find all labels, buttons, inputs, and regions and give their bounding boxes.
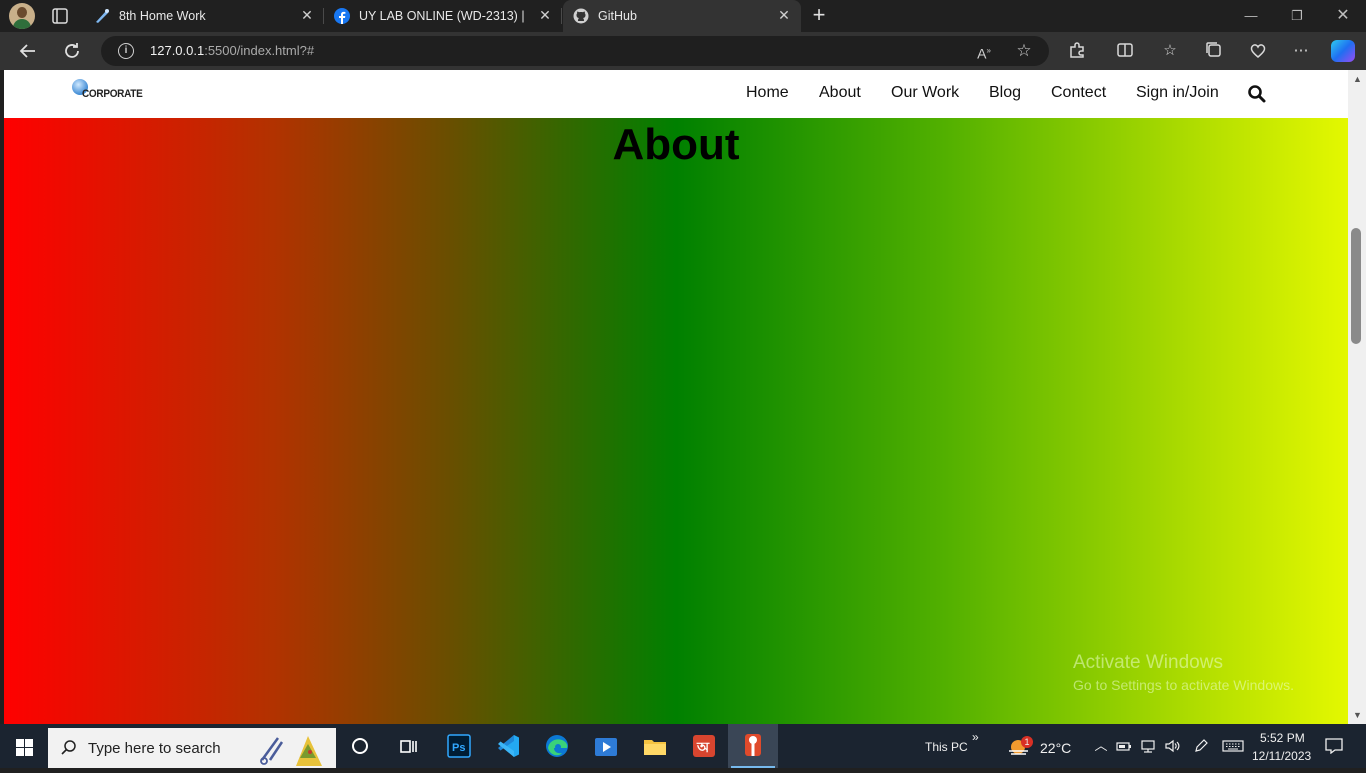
- collections-icon[interactable]: [1204, 41, 1224, 61]
- page-viewport: CORPORATE Home About Our Work Blog Conte…: [4, 70, 1348, 724]
- corporate-logo[interactable]: CORPORATE: [72, 79, 143, 103]
- address-bar[interactable]: i 127.0.0.1:5500/index.html?# A» ☆: [101, 36, 1049, 66]
- svg-text:Ps: Ps: [452, 742, 465, 754]
- favorites-icon[interactable]: ☆: [1160, 41, 1180, 61]
- refresh-icon[interactable]: [60, 39, 84, 63]
- search-highlight-icon: [256, 730, 334, 768]
- cortana-icon[interactable]: [346, 732, 374, 760]
- read-aloud-icon[interactable]: A»: [975, 42, 993, 62]
- favorite-star-icon[interactable]: ☆: [1015, 42, 1033, 60]
- activate-windows-subtitle: Go to Settings to activate Windows.: [1073, 677, 1294, 693]
- taskbar-search[interactable]: Type here to search: [48, 728, 336, 768]
- section-title: About: [612, 120, 740, 169]
- file-explorer-icon[interactable]: [641, 732, 669, 760]
- nav-sign-in[interactable]: Sign in/Join: [1136, 84, 1219, 102]
- scroll-up-icon[interactable]: ▲: [1353, 74, 1362, 84]
- nav-contact[interactable]: Contect: [1051, 84, 1106, 102]
- active-app-button[interactable]: [728, 724, 778, 768]
- logo-text: CORPORATE: [82, 88, 143, 101]
- search-icon[interactable]: [1247, 84, 1267, 104]
- clock-time[interactable]: 5:52 PM: [1260, 731, 1305, 745]
- restore-icon[interactable]: ❐: [1274, 0, 1320, 32]
- weather-badge: 1: [1021, 736, 1033, 748]
- page-scrollbar[interactable]: ▲ ▼: [1348, 70, 1366, 724]
- tab-facebook[interactable]: UY LAB ONLINE (WD-2313) | Fac ✕: [324, 0, 562, 32]
- close-tab-icon[interactable]: ✕: [777, 8, 791, 22]
- nav-our-work[interactable]: Our Work: [891, 84, 959, 102]
- tab-github[interactable]: GitHub ✕: [563, 0, 801, 32]
- keyboard-icon[interactable]: [1222, 738, 1244, 754]
- search-placeholder: Type here to search: [88, 740, 221, 757]
- video-editor-icon[interactable]: [592, 732, 620, 760]
- back-icon[interactable]: [16, 39, 40, 63]
- notifications-icon[interactable]: [1324, 738, 1344, 755]
- minimize-icon[interactable]: —: [1228, 0, 1274, 32]
- close-window-icon[interactable]: ✕: [1320, 0, 1366, 32]
- about-section: About Activate Windows Go to Settings to…: [4, 118, 1348, 724]
- tab-title: UY LAB ONLINE (WD-2313) | Fac: [359, 9, 529, 23]
- site-header: CORPORATE Home About Our Work Blog Conte…: [4, 70, 1348, 118]
- scroll-thumb[interactable]: [1351, 228, 1361, 344]
- nav-home[interactable]: Home: [746, 84, 789, 102]
- vscode-icon[interactable]: [494, 732, 522, 760]
- taskbar: Type here to search Ps অ This PC » 1 22°…: [0, 724, 1366, 768]
- show-hidden-icons-icon[interactable]: ︿: [1093, 738, 1109, 754]
- this-pc-toolbar[interactable]: This PC: [925, 740, 968, 754]
- address-toolbar: i 127.0.0.1:5500/index.html?# A» ☆ ☆ ⋯: [0, 32, 1366, 70]
- scroll-down-icon[interactable]: ▼: [1353, 710, 1362, 720]
- nav-about[interactable]: About: [819, 84, 861, 102]
- pen-icon[interactable]: [1193, 738, 1209, 754]
- tab-strip: 8th Home Work ✕ UY LAB ONLINE (WD-2313) …: [0, 0, 1366, 32]
- new-tab-button[interactable]: +: [808, 4, 830, 27]
- more-options-icon[interactable]: ⋯: [1291, 41, 1311, 61]
- tab-title: 8th Home Work: [119, 9, 206, 23]
- edge-icon[interactable]: [543, 732, 571, 760]
- close-tab-icon[interactable]: ✕: [300, 8, 314, 22]
- extensions-icon[interactable]: [1067, 41, 1087, 61]
- svg-text:অ: অ: [696, 740, 710, 756]
- tab-title: GitHub: [598, 9, 637, 23]
- tab-actions-icon[interactable]: [50, 6, 70, 26]
- vscode-live-icon: [94, 8, 110, 24]
- nav-blog[interactable]: Blog: [989, 84, 1021, 102]
- split-screen-icon[interactable]: [1115, 41, 1135, 61]
- url-text[interactable]: 127.0.0.1:5500/index.html?#: [150, 43, 314, 58]
- toolbar-expand-icon[interactable]: »: [972, 730, 979, 744]
- activate-windows-title: Activate Windows: [1073, 652, 1223, 673]
- temperature[interactable]: 22°C: [1040, 740, 1071, 756]
- battery-icon[interactable]: [1116, 738, 1132, 754]
- browser-essentials-icon[interactable]: [1248, 41, 1268, 61]
- search-icon: [60, 739, 76, 755]
- copilot-icon[interactable]: [1331, 40, 1355, 62]
- task-view-icon[interactable]: [394, 732, 422, 760]
- photoshop-icon[interactable]: Ps: [445, 732, 473, 760]
- facebook-icon: [334, 8, 350, 24]
- github-icon: [573, 8, 589, 24]
- profile-avatar[interactable]: [9, 3, 35, 29]
- windows-start-icon[interactable]: [0, 724, 48, 768]
- network-icon[interactable]: [1140, 738, 1156, 754]
- site-info-icon[interactable]: i: [118, 43, 134, 59]
- volume-icon[interactable]: [1164, 738, 1180, 754]
- close-tab-icon[interactable]: ✕: [538, 8, 552, 22]
- bangla-keyboard-icon[interactable]: অ: [690, 732, 718, 760]
- tab-home-work[interactable]: 8th Home Work ✕: [84, 0, 324, 32]
- clock-date[interactable]: 12/11/2023: [1252, 749, 1311, 763]
